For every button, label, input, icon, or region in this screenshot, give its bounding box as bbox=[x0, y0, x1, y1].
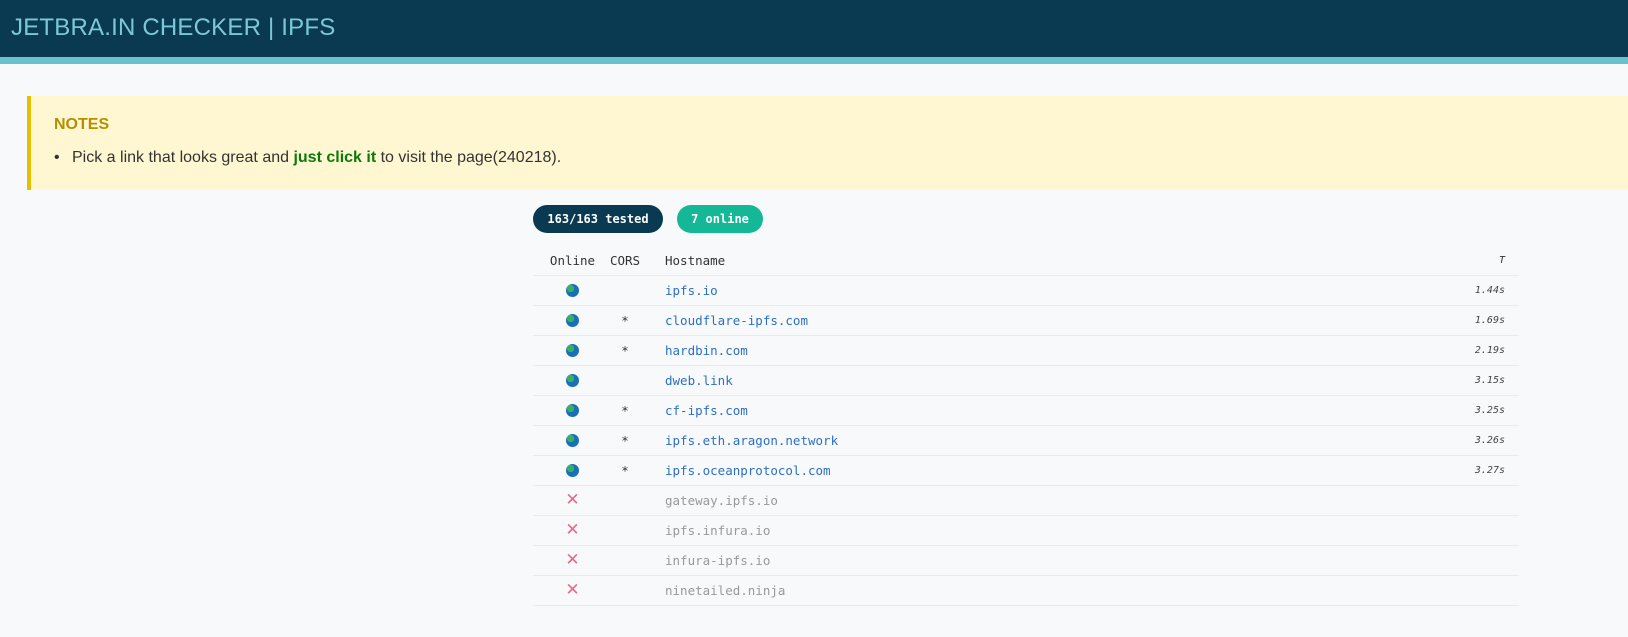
gateway-table: Online CORS Hostname T ipfs.io 1.44s * clou… bbox=[533, 246, 1519, 606]
table-row: ipfs.io 1.44s bbox=[533, 276, 1519, 306]
hostname-text: ninetailed.ninja bbox=[665, 583, 786, 598]
hostname-link[interactable]: cf-ipfs.com bbox=[665, 403, 748, 418]
table-row: ✕ ninetailed.ninja bbox=[533, 576, 1519, 606]
column-header-online: Online bbox=[549, 253, 596, 268]
app-header: JETBRA.IN CHECKER | IPFS bbox=[0, 0, 1628, 57]
globe-icon bbox=[566, 404, 579, 417]
notes-title: NOTES bbox=[54, 116, 110, 133]
hostname-cell: ipfs.io bbox=[665, 276, 718, 305]
hostname-link[interactable]: dweb.link bbox=[665, 373, 733, 388]
time-cell: 3.15s bbox=[1474, 375, 1505, 386]
table-row: * ipfs.oceanprotocol.com 3.27s bbox=[533, 456, 1519, 486]
hostname-cell: dweb.link bbox=[665, 366, 733, 395]
hostname-cell: ninetailed.ninja bbox=[665, 576, 785, 605]
page-title: JETBRA.IN CHECKER | IPFS bbox=[11, 14, 336, 41]
hostname-text: ipfs.infura.io bbox=[665, 523, 771, 538]
column-header-cors: CORS bbox=[609, 253, 641, 268]
notes-item-text-prefix: Pick a link that looks great and bbox=[72, 149, 294, 166]
time-cell: 2.19s bbox=[1474, 345, 1505, 356]
x-icon: ✕ bbox=[565, 580, 580, 600]
hostname-link[interactable]: ipfs.oceanprotocol.com bbox=[665, 463, 831, 478]
time-cell: 1.69s bbox=[1474, 315, 1505, 326]
hostname-cell: cloudflare-ipfs.com bbox=[665, 306, 808, 335]
x-icon: ✕ bbox=[565, 520, 580, 540]
time-cell: 3.25s bbox=[1474, 405, 1505, 416]
cors-cell: * bbox=[621, 463, 629, 478]
hostname-cell: hardbin.com bbox=[665, 336, 748, 365]
status-cell bbox=[533, 366, 612, 395]
cors-cell: * bbox=[621, 313, 629, 328]
status-cell: ✕ bbox=[533, 486, 612, 515]
hostname-cell: ipfs.eth.aragon.network bbox=[665, 426, 838, 455]
status-cell: ✕ bbox=[533, 576, 612, 605]
cors-cell bbox=[605, 576, 645, 605]
hostname-link[interactable]: ipfs.eth.aragon.network bbox=[665, 433, 838, 448]
x-icon: ✕ bbox=[565, 550, 580, 570]
header-accent-stripe bbox=[0, 57, 1628, 64]
notes-panel: NOTES Pick a link that looks great and j… bbox=[27, 96, 1628, 190]
globe-icon bbox=[566, 344, 579, 357]
cors-cell bbox=[605, 276, 645, 305]
hostname-cell: cf-ipfs.com bbox=[665, 396, 748, 425]
time-cell: 3.27s bbox=[1474, 465, 1505, 476]
table-row: * cloudflare-ipfs.com 1.69s bbox=[533, 306, 1519, 336]
status-cell: ✕ bbox=[533, 546, 612, 575]
globe-icon bbox=[566, 374, 579, 387]
table-row: * cf-ipfs.com 3.25s bbox=[533, 396, 1519, 426]
column-header-hostname: Hostname bbox=[665, 253, 726, 268]
notes-item: Pick a link that looks great and just cl… bbox=[54, 149, 561, 167]
cors-cell bbox=[605, 366, 645, 395]
table-header-row: Online CORS Hostname T bbox=[533, 246, 1519, 276]
tested-count-badge: 163/163 tested bbox=[533, 205, 663, 233]
status-cell: ✕ bbox=[533, 516, 612, 545]
cors-cell bbox=[605, 486, 645, 515]
table-row: ✕ infura-ipfs.io bbox=[533, 546, 1519, 576]
globe-icon bbox=[566, 314, 579, 327]
cors-cell: * bbox=[621, 403, 629, 418]
globe-icon bbox=[566, 464, 579, 477]
hostname-cell: gateway.ipfs.io bbox=[665, 486, 778, 515]
status-cell bbox=[533, 456, 612, 485]
hostname-cell: ipfs.infura.io bbox=[665, 516, 770, 545]
cors-cell bbox=[605, 546, 645, 575]
table-row: ✕ ipfs.infura.io bbox=[533, 516, 1519, 546]
table-body: ipfs.io 1.44s * cloudflare-ipfs.com 1.69s * ha… bbox=[533, 276, 1519, 606]
notes-item-emphasis: just click it bbox=[293, 149, 377, 166]
notes-list: Pick a link that looks great and just cl… bbox=[54, 149, 561, 167]
table-row: * hardbin.com 2.19s bbox=[533, 336, 1519, 366]
hostname-link[interactable]: ipfs.io bbox=[665, 283, 718, 298]
hostname-text: gateway.ipfs.io bbox=[665, 493, 778, 508]
table-row: * ipfs.eth.aragon.network 3.26s bbox=[533, 426, 1519, 456]
cors-cell bbox=[605, 516, 645, 545]
table-row: ✕ gateway.ipfs.io bbox=[533, 486, 1519, 516]
status-cell bbox=[533, 276, 612, 305]
status-cell bbox=[533, 426, 612, 455]
cors-cell: * bbox=[621, 433, 629, 448]
status-cell bbox=[533, 306, 612, 335]
hostname-link[interactable]: hardbin.com bbox=[665, 343, 748, 358]
time-cell: 3.26s bbox=[1474, 435, 1505, 446]
cors-cell: * bbox=[621, 343, 629, 358]
globe-icon bbox=[566, 284, 579, 297]
notes-item-text-suffix: to visit the page(240218). bbox=[376, 149, 562, 166]
hostname-link[interactable]: cloudflare-ipfs.com bbox=[665, 313, 808, 328]
hostname-cell: infura-ipfs.io bbox=[665, 546, 770, 575]
hostname-text: infura-ipfs.io bbox=[665, 553, 771, 568]
hostname-cell: ipfs.oceanprotocol.com bbox=[665, 456, 831, 485]
status-cell bbox=[533, 396, 612, 425]
column-header-time: T bbox=[1498, 255, 1505, 266]
globe-icon bbox=[566, 434, 579, 447]
table-row: dweb.link 3.15s bbox=[533, 366, 1519, 396]
status-cell bbox=[533, 336, 612, 365]
time-cell: 1.44s bbox=[1474, 285, 1505, 296]
x-icon: ✕ bbox=[565, 490, 580, 510]
online-count-badge: 7 online bbox=[677, 205, 763, 233]
